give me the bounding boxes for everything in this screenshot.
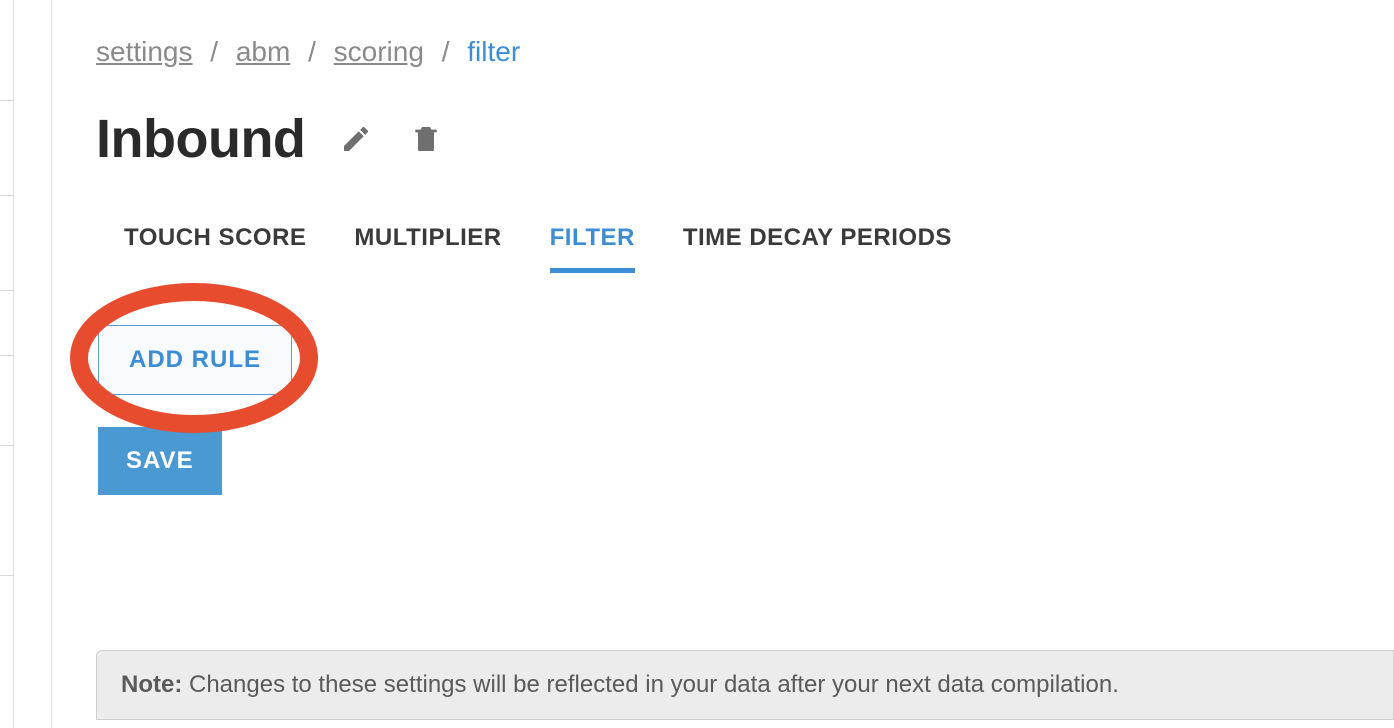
note-box: Note: Changes to these settings will be …: [96, 650, 1394, 720]
delete-button[interactable]: [407, 120, 445, 158]
save-button[interactable]: SAVE: [98, 427, 222, 495]
sidebar-divider: [0, 575, 14, 576]
sidebar-divider: [0, 355, 14, 356]
note-text: Changes to these settings will be reflec…: [182, 671, 1119, 698]
breadcrumb-link-scoring[interactable]: scoring: [334, 36, 424, 67]
pencil-icon: [340, 123, 372, 155]
tab-filter[interactable]: FILTER: [550, 224, 635, 273]
sidebar-inner-edge: [0, 0, 14, 728]
title-row: Inbound: [96, 108, 1394, 170]
edit-button[interactable]: [337, 120, 375, 158]
main-content: settings / abm / scoring / filter Inboun…: [96, 0, 1394, 495]
breadcrumb-link-settings[interactable]: settings: [96, 36, 193, 67]
sidebar-divider: [0, 290, 14, 291]
actions-area: ADD RULE SAVE: [96, 325, 1394, 495]
breadcrumb-current: filter: [467, 36, 520, 67]
breadcrumb-separator: /: [210, 36, 218, 68]
sidebar-divider: [0, 100, 14, 101]
add-rule-wrap: ADD RULE: [98, 325, 292, 395]
breadcrumb-separator: /: [442, 36, 450, 68]
sidebar-divider: [0, 195, 14, 196]
breadcrumb: settings / abm / scoring / filter: [96, 0, 1394, 68]
page-title: Inbound: [96, 108, 305, 170]
tab-touch-score[interactable]: TOUCH SCORE: [124, 224, 306, 273]
tab-multiplier[interactable]: MULTIPLIER: [354, 224, 501, 273]
trash-icon: [410, 123, 442, 155]
breadcrumb-link-abm[interactable]: abm: [236, 36, 290, 67]
tab-time-decay-periods[interactable]: TIME DECAY PERIODS: [683, 224, 952, 273]
tabs: TOUCH SCORE MULTIPLIER FILTER TIME DECAY…: [96, 224, 1394, 273]
note-label: Note:: [121, 671, 182, 698]
sidebar-divider: [0, 445, 14, 446]
breadcrumb-separator: /: [308, 36, 316, 68]
add-rule-button[interactable]: ADD RULE: [98, 325, 292, 395]
